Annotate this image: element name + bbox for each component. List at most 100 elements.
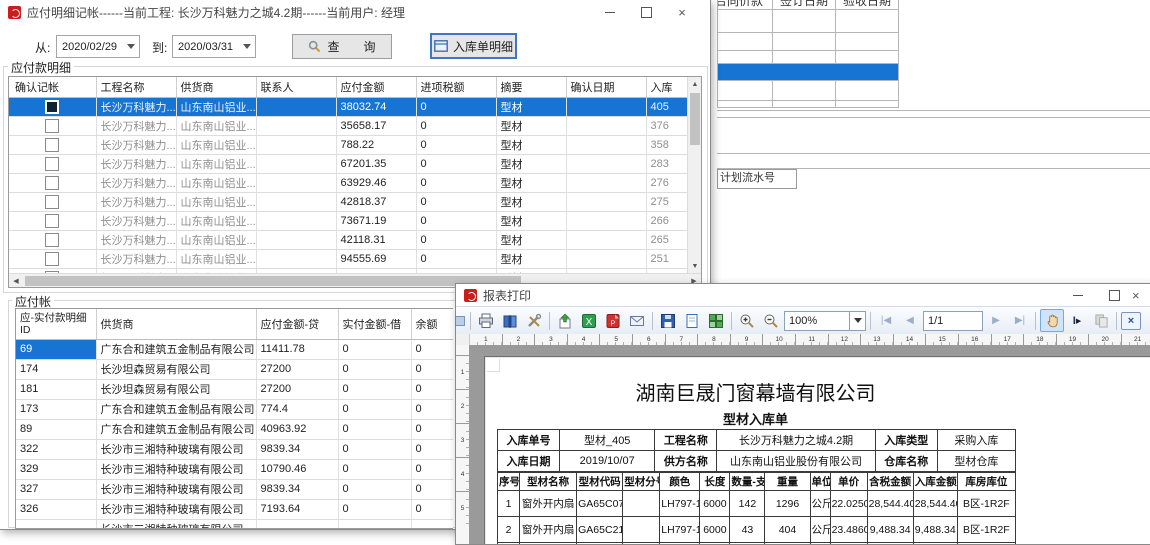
- confirm-checkbox[interactable]: [45, 233, 59, 247]
- ruler-mark: 9: [730, 334, 763, 345]
- payable-detail-row[interactable]: 长沙万科魅力... 山东南山铝业... 42818.37 0 型材 275: [9, 193, 687, 212]
- payables-row[interactable]: 89 广东合和建筑五金制品有限公司 40963.92 0 0: [16, 419, 453, 439]
- prev-page-icon[interactable]: ◀: [899, 310, 921, 331]
- close-button[interactable]: ×: [1132, 284, 1150, 306]
- payable-detail-row[interactable]: 长沙万科魅力... 山东南山铝业... 67201.35 0 型材 283: [9, 155, 687, 174]
- col-inbound[interactable]: 入库: [646, 77, 687, 98]
- confirm-checkbox[interactable]: [45, 157, 59, 171]
- payable-detail-row[interactable]: 长沙万科魅力... 山东南山铝业... 63929.46 0 型材 276: [9, 174, 687, 193]
- close-preview-icon[interactable]: ×: [1121, 312, 1141, 330]
- confirm-checkbox[interactable]: [45, 100, 59, 114]
- vertical-scrollbar[interactable]: ▲ ▼: [687, 77, 702, 273]
- zoom-value: 100%: [785, 315, 849, 327]
- payables-row[interactable]: 174 长沙坦森贸易有限公司 27200 0 0: [16, 359, 453, 379]
- col-credit[interactable]: 应付金额-贷: [256, 309, 338, 339]
- rpt-col: 型材分号: [623, 473, 660, 491]
- from-date-combo[interactable]: 2020/02/29: [56, 35, 140, 58]
- col-amount[interactable]: 应付金额: [336, 77, 416, 98]
- scroll-down-arrow[interactable]: ▼: [688, 259, 702, 273]
- col-balance[interactable]: 余额: [411, 309, 453, 339]
- last-page-icon[interactable]: ▶|: [1009, 310, 1031, 331]
- book-icon[interactable]: [499, 310, 521, 331]
- text-select-tool-icon[interactable]: I▶: [1066, 310, 1088, 331]
- zoom-out-icon[interactable]: [760, 310, 782, 331]
- col-project[interactable]: 工程名称: [96, 77, 176, 98]
- excel-icon[interactable]: X: [578, 310, 600, 331]
- payables-row[interactable]: 181 长沙坦森贸易有限公司 27200 0 0: [16, 379, 453, 399]
- report-preview-area[interactable]: 湖南巨晟门窗幕墙有限公司 型材入库单 入库单号 型材_405 工程名称 长沙万科…: [469, 345, 1150, 544]
- payables-row[interactable]: 327 长沙市三湘特种玻璃有限公司 9839.34 0 0: [16, 479, 453, 499]
- scroll-thumb[interactable]: [25, 276, 521, 286]
- page-setup-icon[interactable]: [681, 310, 703, 331]
- copy-icon[interactable]: [1090, 310, 1112, 331]
- bg-selected-row[interactable]: [718, 64, 898, 80]
- minimize-button[interactable]: [1060, 284, 1096, 306]
- col-supplier[interactable]: 供货商: [96, 309, 256, 339]
- minimize-button[interactable]: [592, 0, 628, 24]
- ruler-mark: 15: [925, 334, 958, 345]
- col-confirm[interactable]: 确认记帐: [9, 77, 96, 98]
- design-icon[interactable]: [454, 310, 466, 331]
- next-page-icon[interactable]: ▶: [985, 310, 1007, 331]
- confirm-checkbox[interactable]: [45, 138, 59, 152]
- page-number-value: 1/1: [924, 315, 943, 327]
- inbound-detail-button[interactable]: 入库单明细: [430, 33, 517, 59]
- col-contact[interactable]: 联系人: [256, 77, 336, 98]
- payable-detail-row[interactable]: 长沙万科魅力... 山东南山铝业... 38032.74 0 型材 405: [9, 98, 687, 117]
- first-page-icon[interactable]: |◀: [875, 310, 897, 331]
- scroll-thumb[interactable]: [690, 93, 700, 145]
- payables-row[interactable]: 322 长沙市三湘特种玻璃有限公司 9839.34 0 0: [16, 439, 453, 459]
- save-icon[interactable]: [657, 310, 679, 331]
- payables-row[interactable]: 173 广东合和建筑五金制品有限公司 774.4 0 0: [16, 399, 453, 419]
- chevron-down-icon[interactable]: [238, 36, 255, 57]
- confirm-checkbox[interactable]: [45, 176, 59, 190]
- pdf-icon[interactable]: P: [602, 310, 624, 331]
- titlebar[interactable]: 报表打印: [456, 284, 1150, 306]
- payables-row[interactable]: 326 长沙市三湘特种玻璃有限公司 7193.64 0 0: [16, 499, 453, 519]
- hand-tool-icon[interactable]: [1040, 309, 1064, 332]
- col-supplier[interactable]: 供货商: [176, 77, 256, 98]
- close-button[interactable]: ×: [664, 0, 700, 24]
- maximize-button[interactable]: [1096, 284, 1132, 306]
- payables-row[interactable]: 329 长沙市三湘特种玻璃有限公司 10790.46 0 0: [16, 459, 453, 479]
- query-button[interactable]: 查 询: [292, 34, 392, 59]
- multi-page-icon[interactable]: [705, 310, 727, 331]
- zoom-in-icon[interactable]: [736, 310, 758, 331]
- col-detail-id[interactable]: 应-实付款明细ID: [16, 309, 96, 339]
- plan-serial-box[interactable]: 计划流水号: [717, 169, 797, 189]
- confirm-checkbox[interactable]: [45, 252, 59, 266]
- ruler-mark: 4: [567, 334, 600, 345]
- page-number-field[interactable]: 1/1: [923, 311, 983, 331]
- zoom-select[interactable]: 100%: [784, 311, 866, 331]
- report-toolbar: X P 100% |◀ ◀ 1/1 ▶ ▶| I▶: [456, 306, 1150, 335]
- confirm-checkbox[interactable]: [45, 119, 59, 133]
- payable-detail-row[interactable]: 长沙万科魅力... 山东南山铝业... 788.22 0 型材 358: [9, 136, 687, 155]
- info-value: 长沙万科魅力之城4.2期: [717, 430, 875, 451]
- scroll-up-arrow[interactable]: ▲: [688, 77, 702, 91]
- tools-icon[interactable]: [523, 310, 545, 331]
- maximize-button[interactable]: [628, 0, 664, 24]
- payables-row[interactable]: 69 广东合和建筑五金制品有限公司 11411.78 0 0: [16, 339, 453, 359]
- scroll-left-arrow[interactable]: ◀: [9, 274, 23, 288]
- payable-detail-row[interactable]: 长沙万科魅力... 山东南山铝业... 73671.19 0 型材 266: [9, 212, 687, 231]
- col-confirm-date[interactable]: 确认日期: [566, 77, 646, 98]
- confirm-checkbox[interactable]: [45, 195, 59, 209]
- payables-row[interactable]: 长沙市三湘特种玻璃有限公司: [16, 519, 453, 529]
- payable-detail-row[interactable]: 长沙万科魅力... 山东南山铝业... 94555.69 0 型材 251: [9, 250, 687, 269]
- search-icon: [308, 40, 321, 53]
- export-icon[interactable]: [554, 310, 576, 331]
- print-icon[interactable]: [475, 310, 497, 331]
- rpt-col: 数量-支: [730, 473, 765, 491]
- ruler-mark: 3: [456, 423, 469, 457]
- col-debit[interactable]: 实付金额-借: [338, 309, 411, 339]
- to-date-combo[interactable]: 2020/03/31: [172, 35, 256, 58]
- confirm-checkbox[interactable]: [45, 214, 59, 228]
- chevron-down-icon[interactable]: [122, 36, 139, 57]
- payable-detail-row[interactable]: 长沙万科魅力... 山东南山铝业... 35658.17 0 型材 376: [9, 117, 687, 136]
- mail-icon[interactable]: [626, 310, 648, 331]
- chevron-down-icon[interactable]: [849, 312, 865, 330]
- payable-detail-row[interactable]: 长沙万科魅力... 山东南山铝业... 42118.31 0 型材 265: [9, 231, 687, 250]
- col-tax[interactable]: 进项税额: [416, 77, 496, 98]
- report-row: [498, 543, 1016, 545]
- col-summary[interactable]: 摘要: [496, 77, 566, 98]
